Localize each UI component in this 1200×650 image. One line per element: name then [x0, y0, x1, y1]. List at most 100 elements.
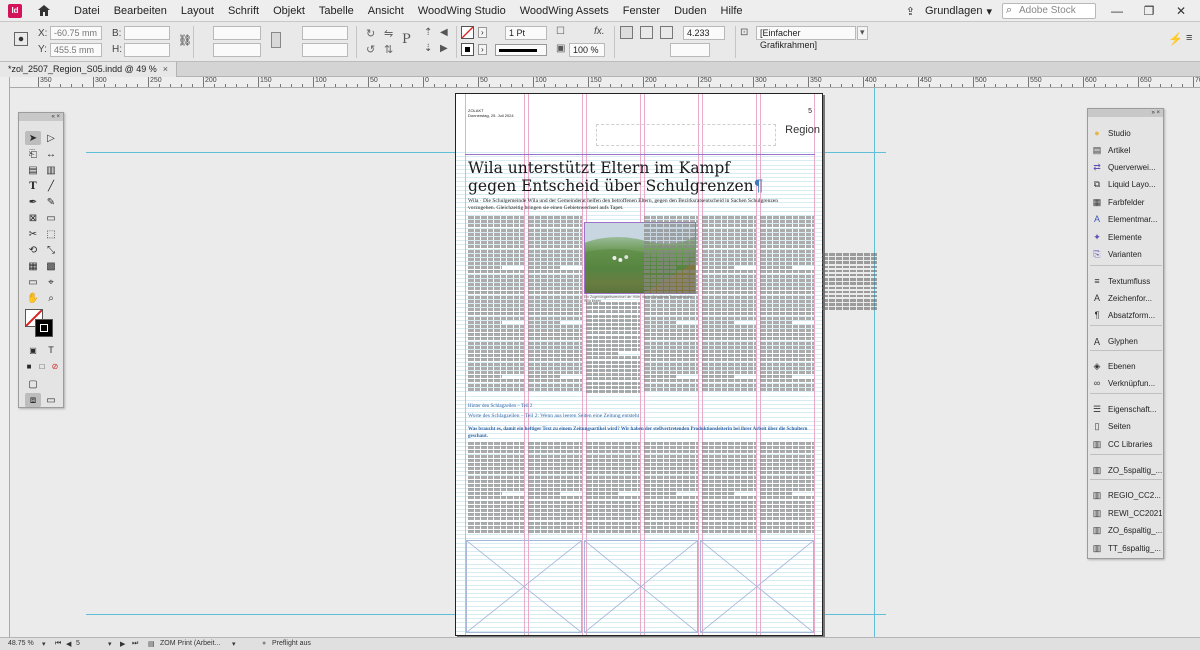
- screen-mode-icon[interactable]: ⧈: [25, 393, 41, 407]
- close-window-icon[interactable]: ✕: [1170, 4, 1192, 18]
- panel-item[interactable]: ▥ ZO_6spaltig_...: [1092, 522, 1162, 538]
- panel-item[interactable]: ⇄ Querverwei...: [1092, 159, 1162, 175]
- rotate-cw-icon[interactable]: ↻: [366, 27, 375, 40]
- panel-item[interactable]: ● Studio: [1092, 125, 1162, 141]
- style-dropdown-icon[interactable]: ▾: [857, 26, 868, 40]
- stroke-dropdown-icon[interactable]: ›: [478, 44, 487, 55]
- scissors-tool-icon[interactable]: ✂: [25, 227, 41, 241]
- body-text-column[interactable]: [760, 216, 814, 396]
- fill-swatch-none[interactable]: [461, 26, 474, 39]
- selection-tool-icon[interactable]: ➤: [25, 131, 41, 145]
- line-tool-icon[interactable]: ╱: [43, 179, 59, 193]
- panel-item[interactable]: ◈ Ebenen: [1092, 358, 1162, 374]
- article-lead[interactable]: Wila · Die Schulgemeinde Wila und der Ge…: [468, 198, 798, 212]
- scale-x-field[interactable]: [213, 26, 261, 40]
- shear-field[interactable]: [302, 43, 348, 57]
- menu-objekt[interactable]: Objekt: [273, 5, 305, 17]
- body-text-column[interactable]: [468, 216, 524, 396]
- pen-tool-icon[interactable]: ✒: [25, 195, 41, 209]
- body-text-column[interactable]: [644, 442, 698, 538]
- body-text-column[interactable]: [468, 442, 524, 538]
- menu-woodwing-studio[interactable]: WoodWing Studio: [418, 5, 506, 17]
- menu-tabelle[interactable]: Tabelle: [319, 5, 354, 17]
- menu-ansicht[interactable]: Ansicht: [368, 5, 404, 17]
- rectangle-tool-icon[interactable]: ▭: [43, 211, 59, 225]
- scale-tool-icon[interactable]: ⤡: [43, 243, 59, 257]
- reference-point-icon[interactable]: [14, 32, 28, 46]
- stroke-swatch-black[interactable]: [461, 43, 474, 56]
- type-tool-icon[interactable]: T: [25, 179, 41, 193]
- zoom-dropdown-icon[interactable]: ▾: [42, 640, 46, 648]
- free-transform-tool-icon[interactable]: ⬚: [43, 227, 59, 241]
- menu-schrift[interactable]: Schrift: [228, 5, 259, 17]
- menu-layout[interactable]: Layout: [181, 5, 214, 17]
- p-icon[interactable]: P: [402, 32, 411, 47]
- panel-item[interactable]: ▯ Seiten: [1092, 418, 1162, 434]
- series-label[interactable]: Hinter den Schlagzeilen – Teil 2: [468, 404, 532, 409]
- rotate-ccw-icon[interactable]: ↺: [366, 43, 375, 56]
- article2-title[interactable]: Worte des Schlagzeilen – Teil 2: Wenn au…: [468, 413, 639, 419]
- next-page-icon[interactable]: ▶: [120, 640, 125, 648]
- body-text-column[interactable]: [760, 442, 814, 538]
- document-tab[interactable]: *zol_2507_Region_S05.indd @ 49 % ×: [0, 62, 178, 77]
- text-wrap-shape-icon[interactable]: [660, 26, 673, 39]
- panel-item[interactable]: ☰ Eigenschaft...: [1092, 401, 1162, 417]
- preflight-label[interactable]: Preflight aus: [272, 640, 311, 647]
- panel-menu-icon[interactable]: ≡: [1186, 32, 1192, 44]
- note-tool-icon[interactable]: ▭: [25, 275, 41, 289]
- body-text-column[interactable]: [528, 216, 582, 396]
- drop-shadow-icon[interactable]: ▣: [556, 43, 565, 54]
- stroke-black-swatch[interactable]: [35, 319, 53, 337]
- y-position-field[interactable]: 455.5 mm: [50, 43, 102, 57]
- hand-tool-icon[interactable]: ✋: [25, 291, 41, 305]
- menu-duden[interactable]: Duden: [674, 5, 706, 17]
- panel-item[interactable]: Ａ Glyphen: [1092, 333, 1162, 349]
- document-page[interactable]: ZOLAKT Donnerstag, 25. Juli 2024 5 Regio…: [455, 93, 823, 636]
- close-tab-icon[interactable]: ×: [163, 64, 168, 74]
- panel-item[interactable]: ▥ REWI_CC2021: [1092, 505, 1162, 521]
- header-placeholder-frame[interactable]: [596, 124, 776, 146]
- menu-bearbeiten[interactable]: Bearbeiten: [114, 5, 167, 17]
- panel-item[interactable]: ⎘ Varianten: [1092, 246, 1162, 262]
- panel-item[interactable]: ¶ Absatzform...: [1092, 307, 1162, 323]
- body-text-column[interactable]: [702, 216, 756, 396]
- select-container-icon[interactable]: ⇡: [424, 27, 432, 38]
- align-field[interactable]: [670, 43, 710, 57]
- horizontal-ruler[interactable]: 350 300 250 200 150 100 50 0 50 100 150 200 250 300 35…: [10, 77, 1200, 88]
- panel-item[interactable]: ▥ ZO_5spaltig_...: [1092, 462, 1162, 478]
- panel-item[interactable]: A Elementmar...: [1092, 211, 1162, 227]
- home-icon[interactable]: [36, 3, 52, 19]
- profile-label[interactable]: ZOM Print (Arbeit...: [160, 640, 220, 647]
- ad-placeholder-frame[interactable]: [584, 540, 698, 633]
- height-field[interactable]: [124, 43, 170, 57]
- gradient-feather-tool-icon[interactable]: ▩: [43, 259, 59, 273]
- width-field[interactable]: [124, 26, 170, 40]
- panel-item[interactable]: ⧉ Liquid Layo...: [1092, 176, 1162, 192]
- zoom-tool-icon[interactable]: ⌕: [43, 291, 59, 305]
- direct-selection-tool-icon[interactable]: ▷: [43, 131, 59, 145]
- adobe-stock-search[interactable]: Adobe Stock: [1002, 3, 1096, 19]
- eyedropper-tool-icon[interactable]: ⌖: [43, 275, 59, 289]
- panel-item[interactable]: ≡ Textumfluss: [1092, 273, 1162, 289]
- share-icon[interactable]: ⇪: [906, 5, 915, 18]
- zoom-level[interactable]: 48.75 %: [8, 640, 34, 647]
- pasteboard[interactable]: ZOLAKT Donnerstag, 25. Juli 2024 5 Regio…: [10, 88, 1200, 637]
- pasteboard-text-frame[interactable]: [822, 253, 877, 313]
- article-headline[interactable]: Wila unterstützt Eltern im Kampf gegen E…: [468, 159, 768, 195]
- constrain-proportions-icon[interactable]: ⛓: [178, 34, 192, 47]
- stroke-weight-field[interactable]: 1 Pt: [505, 26, 547, 40]
- save-icon[interactable]: ▤: [148, 640, 155, 648]
- frame-fitting-icon[interactable]: ⊡: [740, 27, 748, 38]
- flip-horizontal-icon[interactable]: ⇋: [384, 27, 393, 40]
- flip-vertical-icon[interactable]: ⇅: [384, 43, 393, 56]
- x-position-field[interactable]: -60.75 mm: [50, 26, 102, 40]
- select-next-icon[interactable]: ▶: [440, 43, 448, 54]
- menu-woodwing-assets[interactable]: WoodWing Assets: [520, 5, 609, 17]
- preflight-status-icon[interactable]: ●: [262, 640, 266, 647]
- effects-icon[interactable]: ☐: [556, 26, 565, 37]
- fx-icon[interactable]: fx.: [594, 26, 605, 37]
- select-content-icon[interactable]: ⇣: [424, 43, 432, 54]
- minimize-icon[interactable]: —: [1106, 4, 1128, 18]
- menu-datei[interactable]: Datei: [74, 5, 100, 17]
- rectangle-frame-tool-icon[interactable]: ⊠: [25, 211, 41, 225]
